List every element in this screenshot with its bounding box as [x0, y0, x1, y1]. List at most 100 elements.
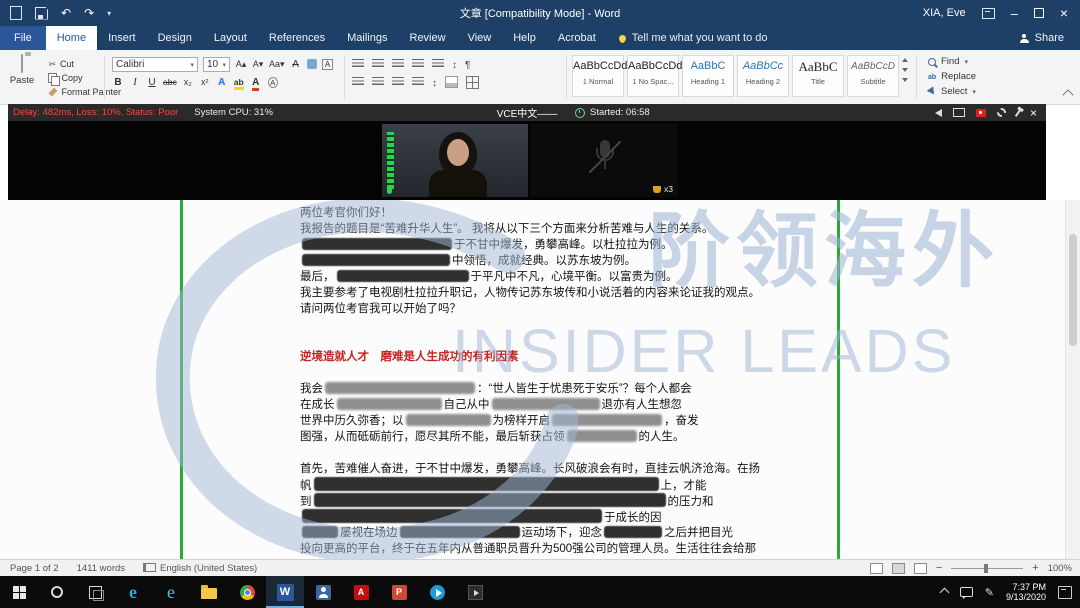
bold-button[interactable] [112, 76, 124, 89]
select-button[interactable]: Select [928, 84, 976, 99]
vertical-scrollbar[interactable] [1065, 200, 1080, 559]
pin-icon[interactable] [1015, 109, 1021, 117]
page-indicator[interactable]: Page 1 of 2 [10, 563, 59, 574]
contacts-taskbar-button[interactable] [304, 576, 342, 608]
sort-icon[interactable] [452, 55, 457, 73]
tab-review[interactable]: Review [399, 26, 457, 50]
word-count[interactable]: 1411 words [77, 563, 125, 574]
vce-close-icon[interactable] [1030, 106, 1037, 120]
close-button[interactable] [1060, 5, 1068, 21]
pilcrow-icon[interactable] [465, 55, 470, 73]
find-button[interactable]: Find [928, 54, 976, 69]
styles-more-icon[interactable] [902, 78, 908, 82]
zoom-out-icon[interactable] [936, 562, 942, 574]
text-highlight-icon[interactable] [233, 76, 245, 89]
scrollbar-thumb[interactable] [1069, 234, 1077, 346]
ie-taskbar-button[interactable] [152, 576, 190, 608]
replace-button[interactable]: Replace [928, 69, 976, 84]
clear-formatting-icon[interactable] [290, 58, 302, 71]
search-button[interactable] [38, 576, 76, 608]
zoom-slider[interactable] [951, 568, 1023, 569]
superscript-button[interactable] [199, 76, 211, 89]
action-center-icon[interactable] [1058, 586, 1072, 599]
edge-taskbar-button[interactable] [114, 576, 152, 608]
borders-icon[interactable] [466, 76, 479, 89]
multilevel-list-icon[interactable] [392, 59, 404, 69]
redo-icon[interactable] [84, 6, 94, 20]
settings-gear-icon[interactable] [997, 108, 1006, 117]
start-button[interactable] [0, 576, 38, 608]
file-explorer-button[interactable] [190, 576, 228, 608]
collapse-ribbon-icon[interactable] [1062, 89, 1073, 100]
strikethrough-button[interactable] [163, 76, 177, 89]
align-right-icon[interactable] [392, 77, 404, 87]
bullets-icon[interactable] [352, 59, 364, 69]
tab-design[interactable]: Design [147, 26, 203, 50]
customize-quick-access-icon[interactable] [107, 7, 111, 19]
font-size-select[interactable]: 10 [203, 57, 230, 72]
print-layout-icon[interactable] [892, 563, 905, 574]
share-button[interactable]: Share [1020, 26, 1080, 50]
tab-references[interactable]: References [258, 26, 336, 50]
zoom-level[interactable]: 100% [1048, 563, 1072, 574]
font-family-select[interactable]: Calibri [112, 57, 198, 72]
record-indicator[interactable] [976, 109, 986, 117]
tab-layout[interactable]: Layout [203, 26, 258, 50]
tray-expand-icon[interactable] [939, 587, 949, 597]
announce-icon[interactable] [935, 109, 942, 117]
tab-acrobat[interactable]: Acrobat [547, 26, 607, 50]
webcam-feed[interactable] [382, 124, 528, 197]
font-color-icon[interactable] [250, 76, 262, 89]
save-icon[interactable] [35, 7, 48, 20]
text-effects-icon[interactable] [216, 76, 228, 89]
format-painter-button[interactable]: Format Painter [48, 85, 121, 99]
cut-button[interactable]: Cut [48, 57, 121, 71]
minimize-button[interactable] [1011, 6, 1018, 21]
task-view-button[interactable] [76, 576, 114, 608]
web-layout-icon[interactable] [914, 563, 927, 574]
language-indicator[interactable]: English (United States) [143, 563, 257, 574]
screen-share-icon[interactable] [953, 108, 965, 117]
phonetic-guide-icon[interactable] [307, 59, 317, 69]
line-spacing-icon[interactable] [432, 73, 437, 91]
style-subtitle[interactable]: AaBbCcD Subtitle [847, 55, 899, 97]
shading-icon[interactable] [445, 76, 458, 88]
style-heading1[interactable]: AaBbC Heading 1 [682, 55, 734, 97]
underline-button[interactable] [146, 76, 158, 89]
style-normal[interactable]: AaBbCcDd 1 Normal [572, 55, 624, 97]
zoom-slider-thumb[interactable] [984, 564, 988, 573]
zoom-in-icon[interactable] [1032, 562, 1038, 574]
tab-home[interactable]: Home [46, 26, 97, 50]
tab-file[interactable]: File [0, 26, 46, 50]
chat-tray-icon[interactable] [960, 587, 973, 597]
tab-view[interactable]: View [457, 26, 503, 50]
undo-icon[interactable] [61, 6, 71, 20]
pen-tray-icon[interactable] [985, 583, 994, 601]
ribbon-display-options-icon[interactable] [982, 8, 995, 19]
doc-lines[interactable]: 两位考官你们好！我报告的题目是“苦难升华人生”。 我将从以下三个方面来分析苦难与… [300, 205, 780, 557]
style-no-spacing[interactable]: AaBbCcDd 1 No Spac... [627, 55, 679, 97]
tab-insert[interactable]: Insert [97, 26, 147, 50]
decrease-indent-icon[interactable] [412, 59, 424, 69]
character-border-icon[interactable] [322, 58, 334, 71]
tell-me-box[interactable]: Tell me what you want to do [607, 26, 780, 50]
powerpoint-taskbar-button[interactable] [380, 576, 418, 608]
copy-button[interactable]: Copy [48, 71, 121, 85]
subscript-button[interactable] [182, 76, 194, 89]
acrobat-taskbar-button[interactable] [342, 576, 380, 608]
tab-help[interactable]: Help [502, 26, 547, 50]
muted-feed[interactable]: x3 [530, 124, 678, 197]
signed-in-user[interactable]: XIA, Eve [923, 7, 966, 19]
video-app-taskbar-button[interactable] [456, 576, 494, 608]
change-case-icon[interactable] [269, 58, 285, 71]
styles-scroll-down-icon[interactable] [902, 68, 908, 72]
read-mode-icon[interactable] [870, 563, 883, 574]
media-player-taskbar-button[interactable] [418, 576, 456, 608]
chrome-taskbar-button[interactable] [228, 576, 266, 608]
align-center-icon[interactable] [372, 77, 384, 87]
tab-mailings[interactable]: Mailings [336, 26, 398, 50]
justify-icon[interactable] [412, 77, 424, 87]
numbering-icon[interactable] [372, 59, 384, 69]
align-left-icon[interactable] [352, 77, 364, 87]
shrink-font-icon[interactable] [252, 58, 264, 71]
